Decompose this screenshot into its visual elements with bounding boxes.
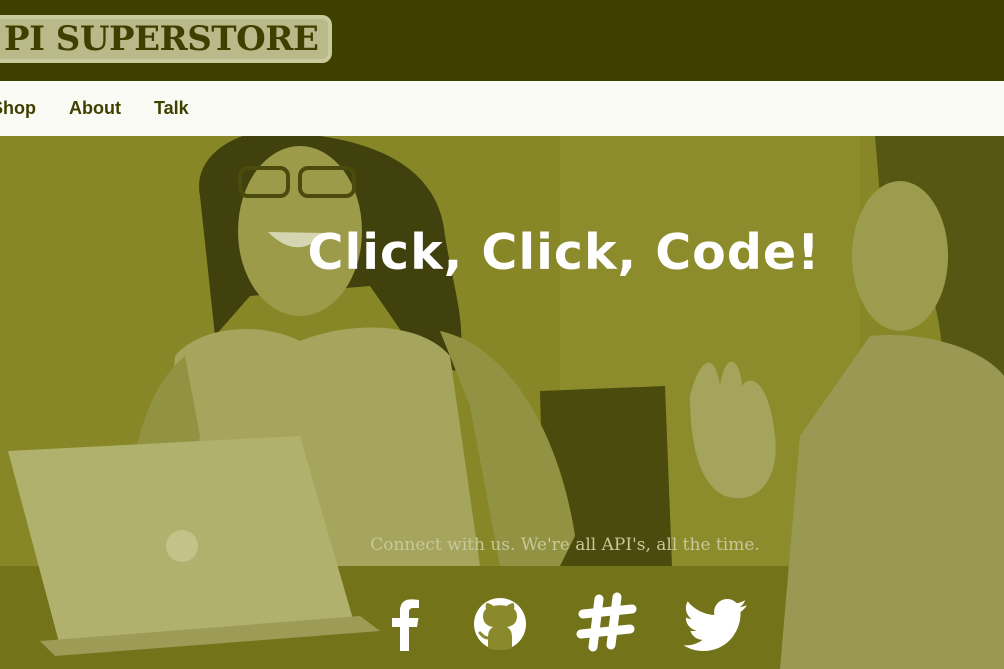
hero-tagline: Connect with us. We're all API's, all th… (370, 535, 760, 555)
twitter-link[interactable] (683, 591, 748, 655)
main-nav: Shop About Talk (0, 81, 1004, 136)
facebook-link[interactable] (373, 591, 437, 655)
hero-background-photo (0, 136, 1004, 669)
slack-icon (576, 592, 637, 652)
site-header: PI SUPERSTORE (0, 0, 1004, 81)
twitter-icon (683, 599, 747, 651)
site-logo[interactable]: PI SUPERSTORE (0, 15, 333, 63)
hero-title: Click, Click, Code! (307, 224, 821, 281)
nav-item-talk[interactable]: Talk (154, 81, 189, 136)
nav-item-about[interactable]: About (69, 81, 121, 136)
logo-text: PI SUPERSTORE (4, 19, 319, 59)
nav-item-shop[interactable]: Shop (0, 81, 36, 136)
github-link[interactable] (468, 591, 532, 655)
facebook-icon (392, 599, 419, 651)
slack-link[interactable] (575, 591, 639, 655)
hero-section: Click, Click, Code! Connect with us. We'… (0, 136, 1004, 669)
github-icon (474, 598, 526, 650)
